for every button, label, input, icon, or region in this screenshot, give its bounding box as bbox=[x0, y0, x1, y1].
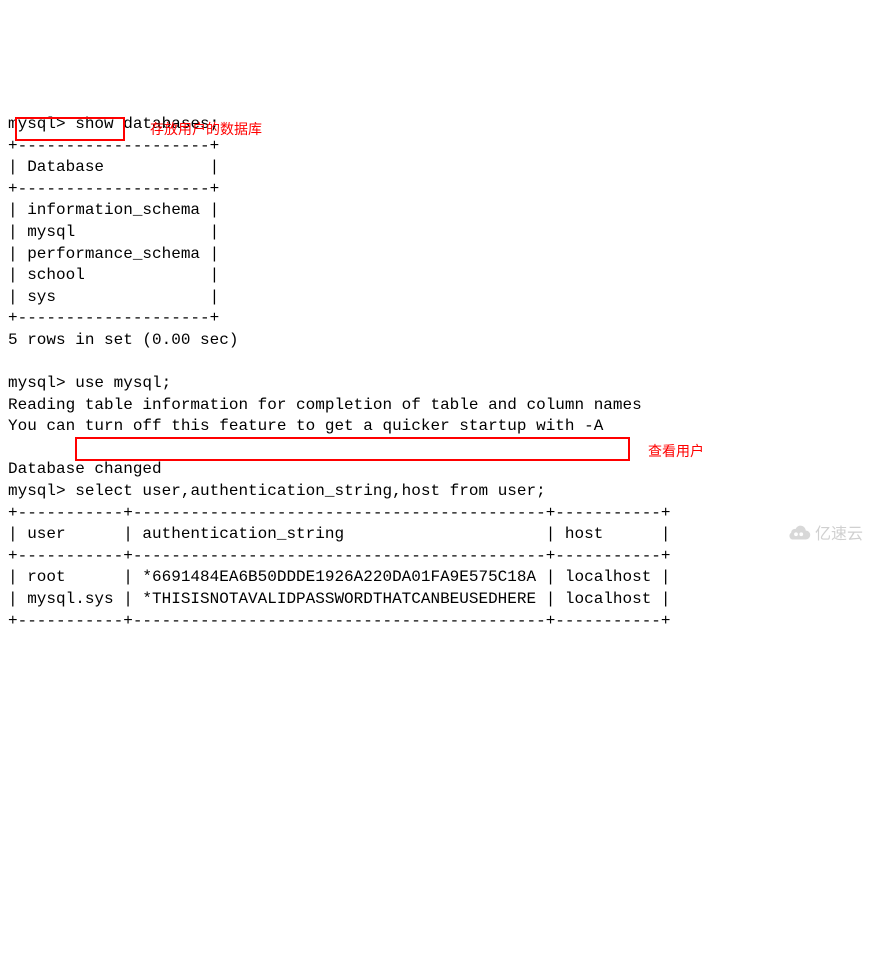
watermark-text: 亿速云 bbox=[815, 524, 863, 546]
highlight-box-mysql-db bbox=[15, 117, 125, 141]
mysql-prompt: mysql> select user,authentication_string… bbox=[8, 482, 546, 500]
output-line: Database changed bbox=[8, 460, 162, 478]
table-border: +--------------------+ bbox=[8, 180, 219, 198]
table-row: | mysql | bbox=[8, 223, 219, 241]
output-line: Reading table information for completion… bbox=[8, 396, 642, 414]
table-row: | school | bbox=[8, 266, 219, 284]
cloud-icon bbox=[769, 501, 811, 569]
table-border: +--------------------+ bbox=[8, 309, 219, 327]
table-border: +-----------+---------------------------… bbox=[8, 612, 671, 630]
table-row: | performance_schema | bbox=[8, 245, 219, 263]
table-row: | root | *6691484EA6B50DDDE1926A220DA01F… bbox=[8, 568, 671, 586]
table-header: | user | authentication_string | host | bbox=[8, 525, 671, 543]
table-row: | mysql.sys | *THISISNOTAVALIDPASSWORDTH… bbox=[8, 590, 671, 608]
highlight-box-select-query bbox=[75, 437, 630, 461]
table-row: | information_schema | bbox=[8, 201, 219, 219]
watermark: 亿速云 bbox=[769, 501, 863, 569]
table-header: | Database | bbox=[8, 158, 219, 176]
mysql-prompt: mysql> use mysql; bbox=[8, 374, 171, 392]
status-text: 5 rows in set (0.00 sec) bbox=[8, 331, 238, 349]
table-border: +-----------+---------------------------… bbox=[8, 504, 671, 522]
annotation-select-query: 查看用户 bbox=[648, 442, 704, 461]
output-line: You can turn off this feature to get a q… bbox=[8, 417, 603, 435]
annotation-mysql-db: 存放用户的数据库 bbox=[150, 120, 262, 139]
terminal-output: mysql> show databases; +----------------… bbox=[8, 114, 865, 632]
table-row: | sys | bbox=[8, 288, 219, 306]
table-border: +-----------+---------------------------… bbox=[8, 547, 671, 565]
